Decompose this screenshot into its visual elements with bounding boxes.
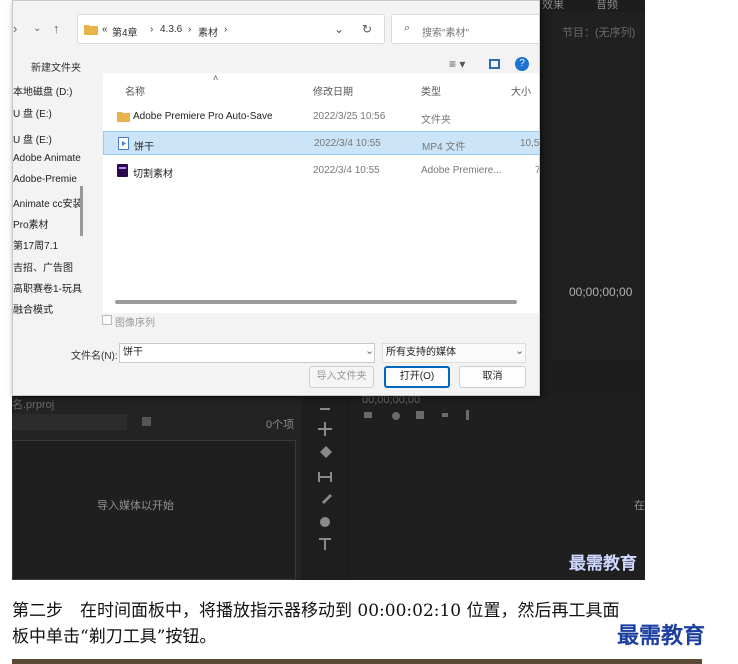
step-text-line2: 板中单击“剃刀工具”按钮。 (12, 627, 217, 647)
refresh-icon[interactable]: ↻ (362, 22, 372, 36)
chevron-down-icon[interactable]: ⌄ (365, 344, 374, 357)
nav-item[interactable]: Adobe-Premie (13, 174, 77, 185)
file-name: 饼干 (134, 142, 154, 153)
folder-icon[interactable] (142, 417, 151, 426)
recent-dropdown-icon[interactable]: ⌄ (33, 23, 41, 34)
file-type: 文件夹 (421, 115, 451, 126)
file-list: 名称 ˄ 修改日期 类型 大小 Adobe Premiere Pro Auto-… (103, 73, 540, 313)
import-hint: 导入媒体以开始 (97, 500, 174, 512)
file-name: 切割素材 (133, 169, 173, 180)
nav-item[interactable]: 本地磁盘 (D:) (13, 83, 72, 98)
file-type: Adobe Premiere... (421, 165, 502, 176)
breadcrumb-item[interactable]: 素材 (198, 24, 218, 39)
search-box[interactable]: ⌕ 搜索"素材" (391, 14, 539, 44)
nav-item[interactable]: 第17周7.1 (13, 237, 58, 252)
tool-icons[interactable] (312, 402, 340, 562)
folder-icon (117, 112, 130, 122)
timeline-hint: 在 (634, 500, 645, 512)
nav-scrollbar[interactable] (80, 186, 83, 236)
file-size: 72 (535, 165, 539, 176)
item-count: 0个项 (266, 419, 295, 431)
project-name: 名.prproj (12, 399, 55, 411)
column-date[interactable]: 修改日期 (313, 83, 353, 98)
image-sequence-checkbox[interactable] (102, 315, 112, 325)
image-sequence-label: 图像序列 (115, 318, 155, 329)
file-date: 2022/3/4 10:55 (314, 138, 381, 149)
file-date: 2022/3/25 10:56 (313, 111, 386, 122)
file-name: Adobe Premiere Pro Auto-Save (133, 111, 273, 122)
filetype-select[interactable]: 所有支持的媒体 (382, 343, 526, 363)
file-row[interactable]: 切割素材 2022/3/4 10:55 Adobe Premiere... 72 (103, 159, 539, 183)
nav-item[interactable]: Animate cc安装 (13, 195, 82, 210)
horizontal-scrollbar[interactable] (115, 300, 517, 304)
timeline-tool-icons[interactable] (362, 408, 492, 422)
next-screenshot-strip (12, 659, 702, 664)
open-file-dialog: › ⌄ ↑ « 第4章 › 4.3.6 › 素材 › ⌄ ↻ ⌕ 搜索"素材" … (12, 0, 540, 396)
help-icon[interactable]: ? (515, 57, 529, 71)
chevron-down-icon[interactable]: ⌄ (515, 344, 524, 357)
filename-input[interactable]: 饼干 (119, 343, 375, 363)
nav-item[interactable]: Pro素材 (13, 216, 49, 231)
tab-audio[interactable]: 音频 (596, 0, 618, 12)
sort-up-icon: ˄ (213, 73, 219, 83)
search-placeholder: 搜索"素材" (422, 28, 470, 39)
premiere-file-icon (117, 164, 128, 177)
folder-icon (84, 25, 98, 35)
program-label: 节目：(无序列) (562, 27, 636, 39)
video-file-icon (118, 137, 129, 150)
preview-pane-icon[interactable] (489, 59, 500, 69)
file-row-selected[interactable]: 饼干 2022/3/4 10:55 MP4 文件 10,563 (103, 131, 540, 155)
breadcrumb-item[interactable]: 第4章 (112, 24, 138, 39)
chevron-down-icon[interactable]: ⌄ (334, 22, 344, 36)
column-name[interactable]: 名称 (125, 83, 145, 98)
nav-item[interactable]: Adobe Animate (13, 153, 81, 164)
new-folder-button[interactable]: 新建文件夹 (31, 59, 81, 74)
nav-item[interactable]: U 盘 (E:) (13, 105, 52, 120)
project-search[interactable] (12, 414, 127, 430)
file-type: MP4 文件 (422, 142, 466, 153)
program-timecode: 00;00;00;00 (569, 285, 633, 299)
tab-effects[interactable]: 效果 (542, 0, 564, 12)
nav-item[interactable]: U 盘 (E:) (13, 131, 52, 146)
column-type[interactable]: 类型 (421, 83, 441, 98)
nav-item[interactable]: 融合模式 (13, 301, 53, 316)
file-size: 10,563 (520, 138, 540, 149)
nav-item[interactable]: 吉招、广告图 (13, 259, 73, 274)
filename-label: 文件名(N): (71, 351, 118, 362)
file-row[interactable]: Adobe Premiere Pro Auto-Save 2022/3/25 1… (103, 105, 539, 129)
program-monitor (552, 12, 645, 360)
import-folder-button[interactable]: 导入文件夹 (309, 366, 374, 388)
column-size[interactable]: 大小 (511, 83, 531, 98)
watermark-inner: 最需教育 (569, 554, 637, 574)
file-date: 2022/3/4 10:55 (313, 165, 380, 176)
step-text-line1: 第二步 在时间面板中，将播放指示器移动到 00:00:02:10 位置，然后再工… (12, 601, 620, 621)
up-icon[interactable]: ↑ (53, 21, 60, 36)
breadcrumb-item[interactable]: 4.3.6 (160, 24, 182, 35)
open-button[interactable]: 打开(O) (384, 366, 450, 388)
breadcrumb-prefix: « (102, 24, 108, 35)
cancel-button[interactable]: 取消 (459, 366, 526, 388)
address-bar[interactable]: « 第4章 › 4.3.6 › 素材 › ⌄ ↻ (77, 14, 385, 44)
watermark: 最需教育 (617, 623, 706, 649)
search-icon: ⌕ (404, 22, 411, 34)
view-menu-icon[interactable]: ≡ ▾ (449, 57, 465, 71)
nav-item[interactable]: 高职赛卷1-玩具 (13, 280, 82, 295)
forward-icon[interactable]: › (13, 21, 17, 36)
